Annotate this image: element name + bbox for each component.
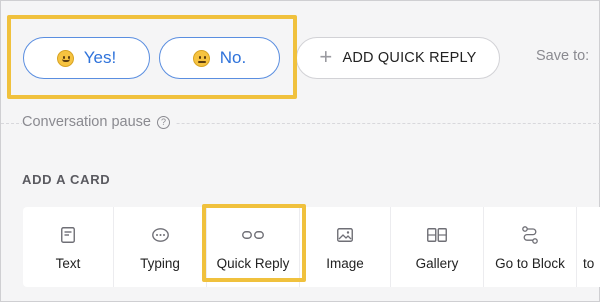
help-icon[interactable]: ?	[156, 115, 170, 129]
card-toolbar: Text Typing Quick Reply Image Gallery Go…	[23, 207, 600, 287]
quick-reply-icon	[242, 227, 264, 243]
card-gallery-label: Gallery	[415, 256, 459, 271]
save-to-label: Save to:	[536, 48, 590, 64]
quick-reply-yes-label: Yes!	[83, 48, 117, 67]
gallery-icon	[427, 227, 447, 243]
add-card-title: ADD A CARD	[22, 172, 111, 187]
quick-reply-no-button[interactable]: No.	[159, 37, 280, 79]
conversation-pause-label: Conversation pause	[22, 114, 151, 130]
smiling-face-icon	[56, 49, 74, 67]
card-text-button[interactable]: Text	[23, 207, 114, 287]
card-go-to-block-label: Go to Block	[495, 256, 565, 271]
card-more-label: to	[583, 256, 595, 271]
card-go-to-block-button[interactable]: Go to Block	[484, 207, 577, 287]
card-gallery-button[interactable]: Gallery	[391, 207, 484, 287]
plus-icon: +	[319, 44, 333, 69]
text-icon	[61, 227, 75, 243]
card-typing-button[interactable]: Typing	[114, 207, 207, 287]
card-quick-reply-button[interactable]: Quick Reply	[207, 207, 300, 287]
quick-reply-yes-button[interactable]: Yes!	[23, 37, 150, 79]
quick-reply-no-label: No.	[219, 48, 247, 67]
card-image-label: Image	[326, 256, 364, 271]
add-quick-reply-button[interactable]: + ADD QUICK REPLY	[296, 37, 500, 79]
card-quick-reply-label: Quick Reply	[216, 256, 290, 271]
card-text-label: Text	[55, 256, 81, 271]
editor-panel: Yes! No. + ADD QUICK REPLY Save to: Conv…	[0, 0, 600, 302]
add-quick-reply-label: ADD QUICK REPLY	[342, 50, 477, 66]
go-to-block-icon	[522, 226, 538, 244]
image-icon	[337, 227, 353, 243]
card-image-button[interactable]: Image	[300, 207, 391, 287]
card-typing-label: Typing	[140, 256, 180, 271]
typing-icon	[151, 227, 169, 243]
neutral-face-icon	[192, 49, 210, 67]
conversation-pause[interactable]: Conversation pause ?	[22, 114, 176, 130]
card-more-button[interactable]: to	[577, 207, 600, 287]
